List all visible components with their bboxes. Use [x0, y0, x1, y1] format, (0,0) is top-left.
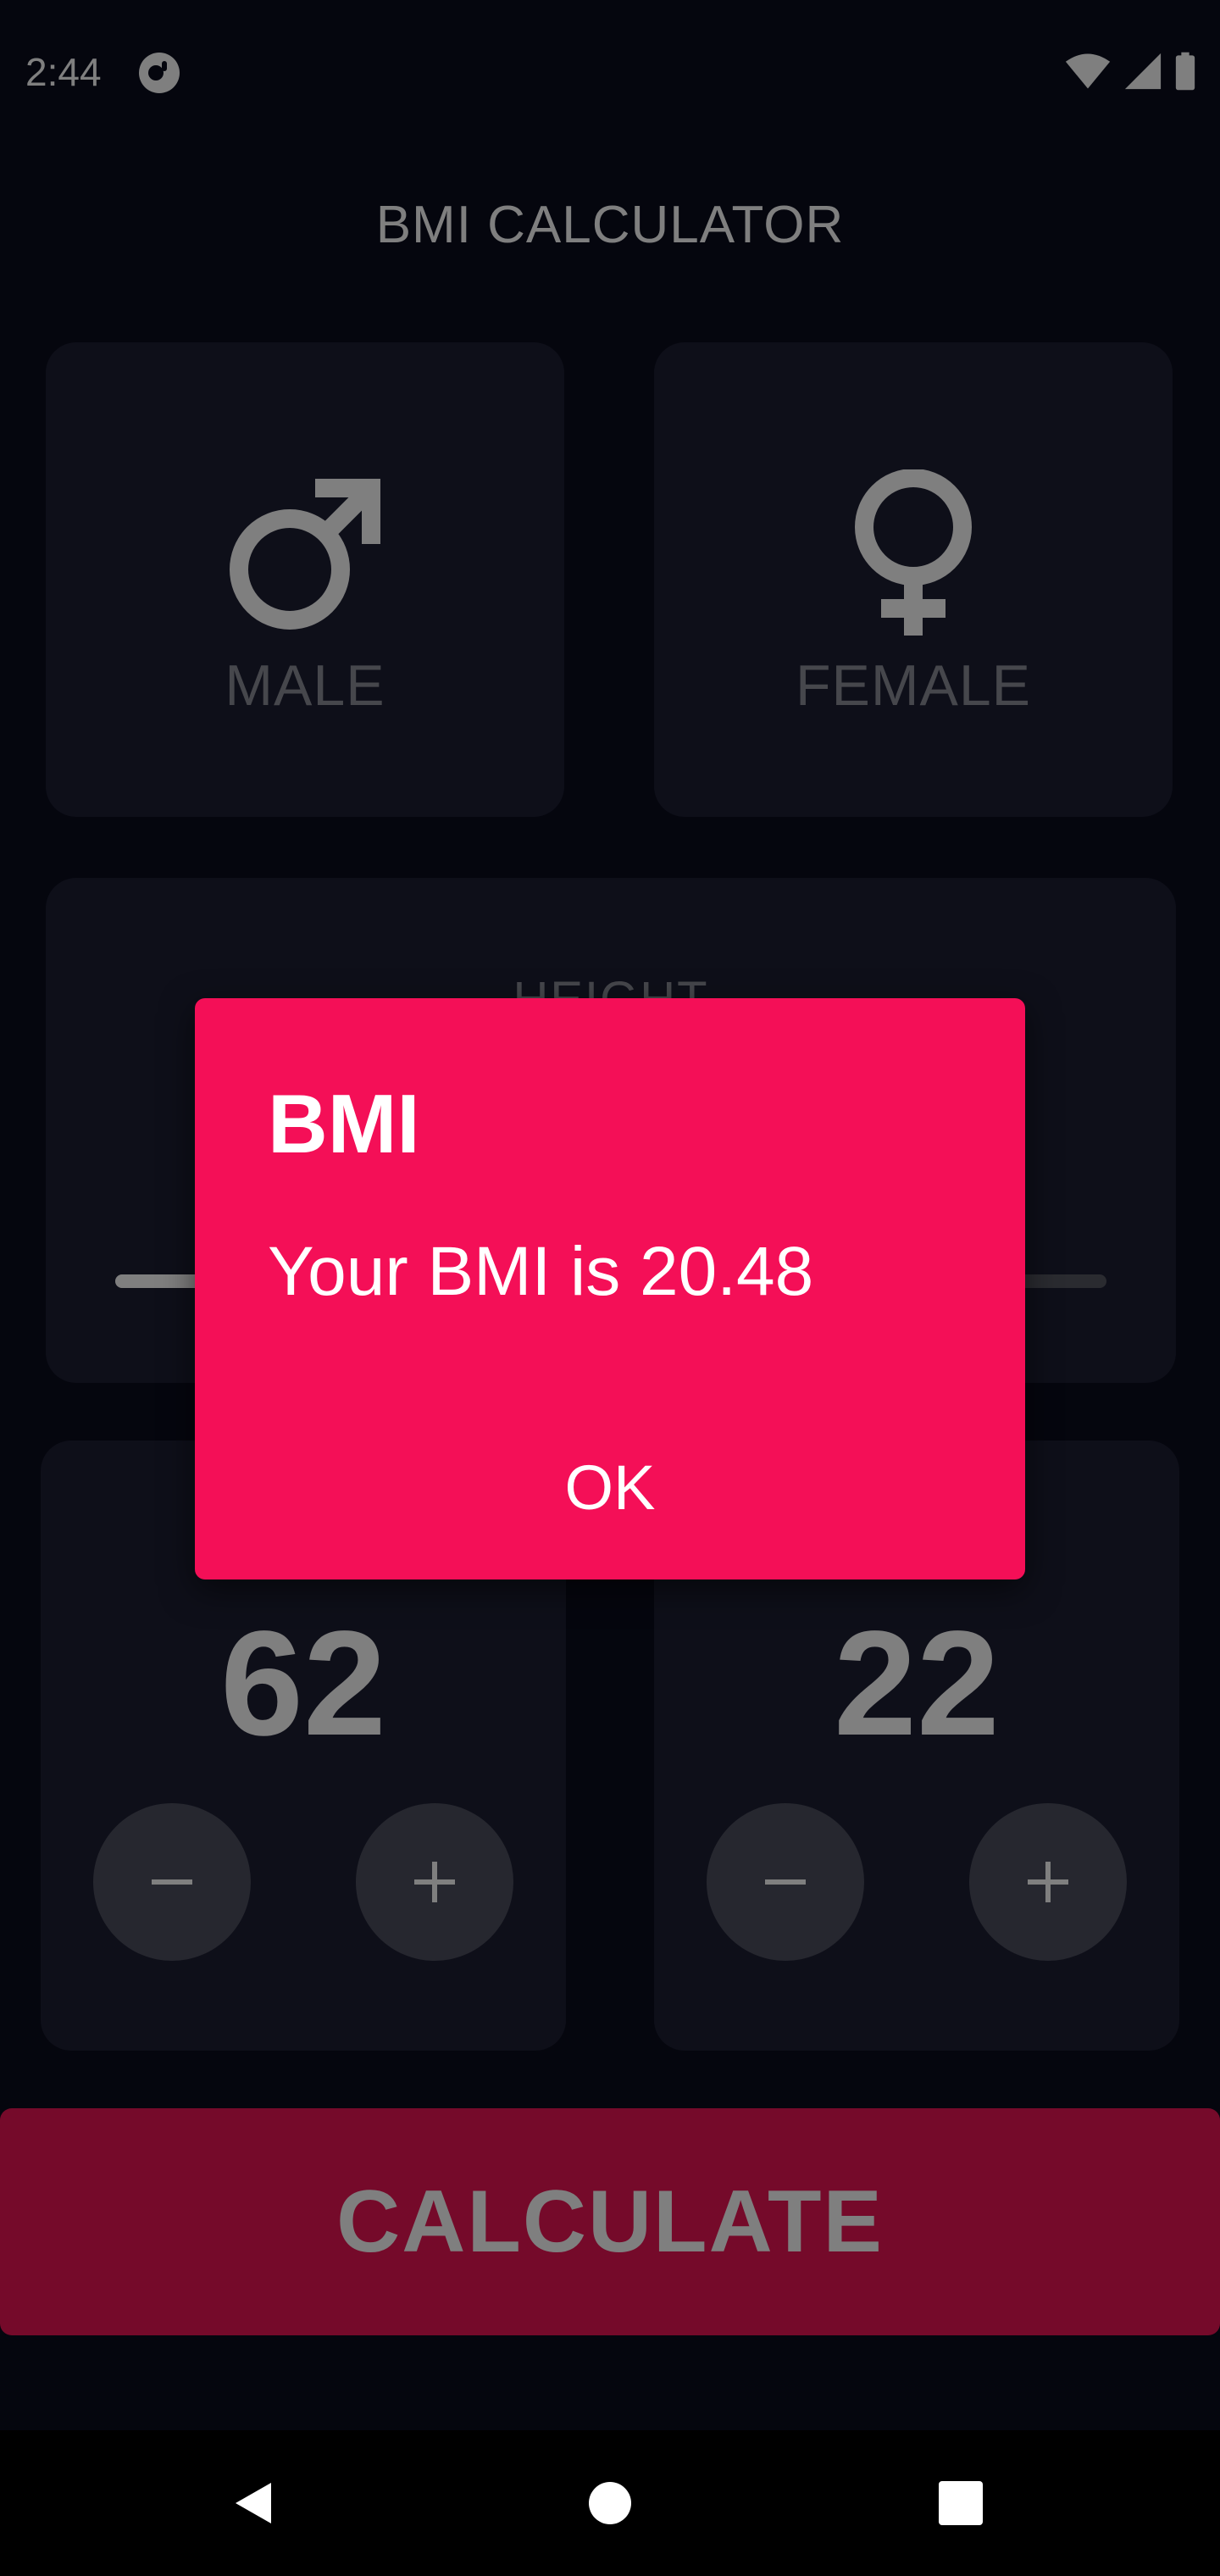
recents-icon[interactable]: [935, 2478, 986, 2529]
dialog-message: Your BMI is 20.48: [268, 1233, 814, 1310]
dialog-title: BMI: [268, 1077, 420, 1170]
dialog-ok-button[interactable]: OK: [195, 1446, 1025, 1530]
navigation-bar: [0, 2430, 1220, 2576]
home-icon[interactable]: [585, 2478, 635, 2529]
back-icon[interactable]: [229, 2478, 280, 2529]
bmi-result-dialog: BMI Your BMI is 20.48 OK: [195, 998, 1025, 1579]
